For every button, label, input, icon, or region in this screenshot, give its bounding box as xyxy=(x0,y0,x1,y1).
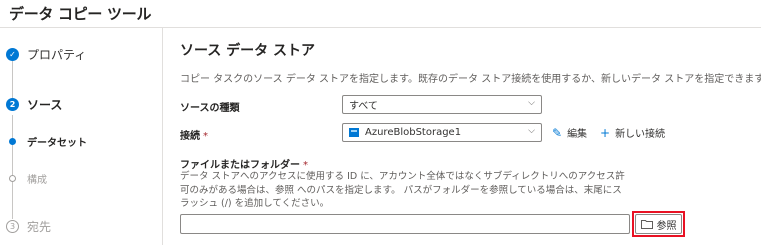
step-label: 構成 xyxy=(27,175,47,186)
current-substep-dot-icon xyxy=(9,138,16,145)
file-or-folder-help-text: データ ストアへのアクセスに使用する ID に、アカウント全体ではなくサブディレ… xyxy=(180,171,625,209)
connection-value: AzureBlobStorage1 xyxy=(365,127,462,138)
app-title: データ コピー ツール xyxy=(9,5,152,23)
step-source[interactable]: 2 ソース xyxy=(6,96,62,113)
required-marker: * xyxy=(203,131,208,142)
step-destination[interactable]: 3 宛先 xyxy=(6,218,51,235)
step-properties[interactable]: ✓ プロパティ xyxy=(6,46,86,63)
file-or-folder-label: ファイルまたはフォルダー * xyxy=(180,156,308,171)
new-connection-label: 新しい接続 xyxy=(615,129,666,140)
browse-highlight-box: 参照 xyxy=(632,211,685,237)
step-label: ソース xyxy=(27,98,63,112)
plus-icon: + xyxy=(600,125,611,140)
step-configuration[interactable]: 構成 xyxy=(6,171,47,186)
azure-blob-storage-icon xyxy=(349,128,359,137)
new-connection-button[interactable]: + 新しい接続 xyxy=(600,125,666,141)
edit-connection-label: 編集 xyxy=(567,129,588,140)
step-number-badge: 3 xyxy=(6,220,19,233)
chevron-down-icon: ⌵ xyxy=(528,126,535,136)
connection-label: 接続 * xyxy=(180,127,208,142)
file-or-folder-path-input[interactable] xyxy=(180,214,630,234)
page-title: ソース データ ストア xyxy=(180,43,316,59)
folder-icon xyxy=(640,220,653,229)
step-dataset[interactable]: データセット xyxy=(6,134,87,149)
source-type-dropdown[interactable]: すべて ⌵ xyxy=(342,95,542,114)
page-description: コピー タスクのソース データ ストアを指定します。既存のデータ ストア接続を使… xyxy=(180,74,761,85)
connection-label-text: 接続 xyxy=(180,131,200,142)
step-number-badge: 2 xyxy=(6,98,19,111)
checkmark-icon: ✓ xyxy=(6,48,19,61)
edit-connection-button[interactable]: ✎ 編集 xyxy=(552,125,588,141)
pencil-icon: ✎ xyxy=(552,125,563,140)
connection-dropdown[interactable]: AzureBlobStorage1 ⌵ xyxy=(342,123,542,142)
source-type-value: すべて xyxy=(349,101,378,112)
browse-button[interactable]: 参照 xyxy=(635,214,682,234)
future-substep-dot-icon xyxy=(9,175,16,182)
browse-label: 参照 xyxy=(656,220,677,232)
step-connector xyxy=(12,115,13,219)
source-type-label: ソースの種類 xyxy=(180,103,240,114)
nav-divider xyxy=(162,28,163,245)
step-label: プロパティ xyxy=(27,48,87,62)
step-label: 宛先 xyxy=(27,220,52,234)
wizard-steps-nav: ✓ プロパティ 2 ソース データセット 構成 3 宛先 xyxy=(0,28,162,245)
step-label: データセット xyxy=(27,138,87,149)
chevron-down-icon: ⌵ xyxy=(528,98,535,108)
